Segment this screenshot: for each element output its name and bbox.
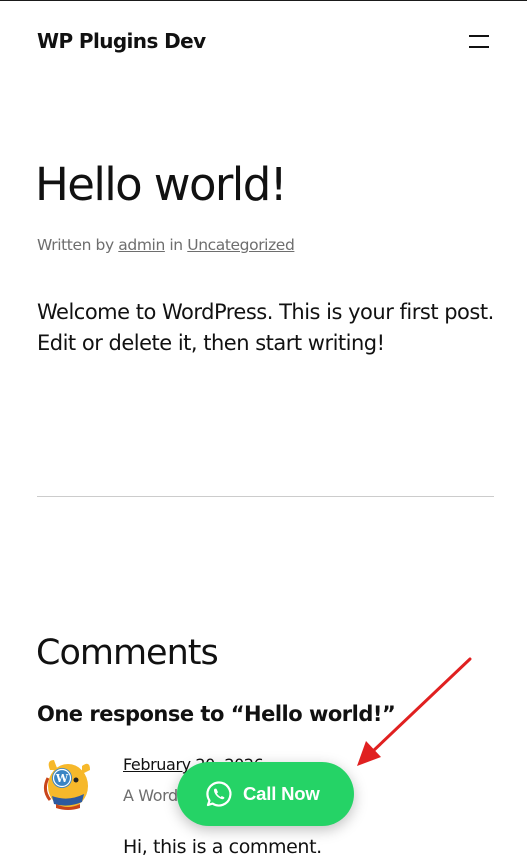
annotation-arrow-icon <box>357 657 472 766</box>
hamburger-menu-icon[interactable] <box>469 34 489 50</box>
svg-text:W: W <box>55 772 69 785</box>
post-content: Welcome to WordPress. This is your first… <box>37 300 494 355</box>
call-now-button[interactable]: Call Now <box>177 762 354 826</box>
meta-prefix: Written by <box>37 236 119 254</box>
wapuu-avatar-icon: W <box>43 760 90 810</box>
top-border <box>0 0 527 1</box>
whatsapp-icon <box>206 781 232 807</box>
author-link[interactable]: admin <box>118 236 165 254</box>
comments-heading: Comments <box>36 633 219 673</box>
separator <box>37 496 494 497</box>
call-now-label: Call Now <box>243 783 320 804</box>
site-title[interactable]: WP Plugins Dev <box>37 29 206 53</box>
responses-title: One response to “Hello world!” <box>37 702 396 726</box>
comment-text: Hi, this is a comment. <box>123 836 322 858</box>
post-title: Hello world! <box>35 158 288 211</box>
category-link[interactable]: Uncategorized <box>187 236 295 254</box>
post-meta: Written by admin in Uncategorized <box>37 236 295 254</box>
meta-in: in <box>164 236 188 254</box>
